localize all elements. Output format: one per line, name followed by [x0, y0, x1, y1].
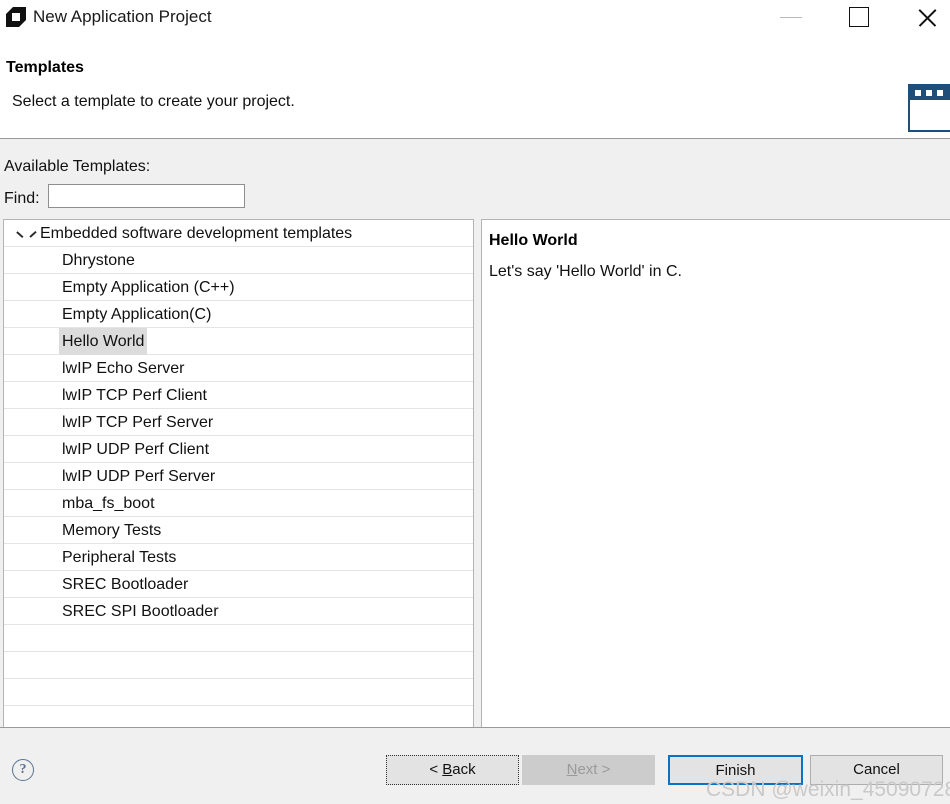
tree-item-label: Empty Application (C++)	[62, 279, 235, 296]
tree-item[interactable]: Empty Application (C++)	[4, 274, 473, 301]
tree-item-label: lwIP Echo Server	[62, 360, 185, 377]
tree-group-row[interactable]: Embedded software development templates	[4, 220, 473, 247]
tree-item[interactable]: mba_fs_boot	[4, 490, 473, 517]
window-title: New Application Project	[33, 7, 212, 26]
tree-item-label: lwIP UDP Perf Server	[62, 468, 216, 485]
description-text: Let's say 'Hello World' in C.	[489, 263, 682, 280]
next-button: Next >	[522, 755, 655, 785]
find-input[interactable]	[48, 184, 245, 208]
tree-empty-row	[4, 652, 473, 679]
title-bar: New Application Project	[0, 0, 950, 36]
available-templates-label: Available Templates:	[4, 158, 151, 175]
close-button[interactable]	[905, 0, 950, 32]
wizard-banner-icon	[908, 84, 950, 132]
tree-item-label: lwIP UDP Perf Client	[62, 441, 210, 458]
tree-item[interactable]: Dhrystone	[4, 247, 473, 274]
tree-item[interactable]: lwIP UDP Perf Client	[4, 436, 473, 463]
finish-button[interactable]: Finish	[668, 755, 803, 785]
tree-item[interactable]: Empty Application(C)	[4, 301, 473, 328]
templates-tree[interactable]: Embedded software development templates …	[3, 219, 474, 804]
new-application-project-dialog: New Application Project Templates Select…	[0, 0, 950, 804]
minimize-button[interactable]	[769, 0, 815, 32]
page-title: Templates	[6, 59, 84, 76]
tree-item-label: Dhrystone	[62, 252, 135, 269]
close-icon	[916, 6, 939, 29]
tree-item[interactable]: Hello World	[4, 328, 473, 355]
tree-item-label: SREC SPI Bootloader	[62, 603, 219, 620]
page-subtitle: Select a template to create your project…	[12, 93, 295, 110]
template-description-panel: Hello World Let's say 'Hello World' in C…	[481, 219, 950, 804]
cancel-button[interactable]: Cancel	[810, 755, 943, 785]
tree-item[interactable]: Peripheral Tests	[4, 544, 473, 571]
tree-group-label: Embedded software development templates	[40, 225, 353, 242]
tree-item-label: Peripheral Tests	[62, 549, 177, 566]
chevron-down-icon[interactable]	[17, 231, 28, 238]
tree-item-label: Memory Tests	[62, 522, 162, 539]
tree-item[interactable]: lwIP TCP Perf Client	[4, 382, 473, 409]
tree-empty-row	[4, 625, 473, 652]
tree-item[interactable]: lwIP TCP Perf Server	[4, 409, 473, 436]
app-icon	[5, 6, 27, 28]
wizard-banner-titlebar	[910, 86, 950, 100]
description-title: Hello World	[489, 232, 578, 249]
tree-item[interactable]: lwIP UDP Perf Server	[4, 463, 473, 490]
tree-item[interactable]: SREC SPI Bootloader	[4, 598, 473, 625]
maximize-button[interactable]	[837, 0, 883, 32]
help-icon[interactable]: ?	[12, 759, 34, 781]
tree-item[interactable]: lwIP Echo Server	[4, 355, 473, 382]
tree-item-label: Empty Application(C)	[62, 306, 212, 323]
dialog-footer: ? < Back Next > Finish Cancel	[0, 728, 950, 804]
tree-item-label: lwIP TCP Perf Client	[62, 387, 207, 404]
find-label: Find:	[4, 190, 40, 207]
back-button[interactable]: < Back	[386, 755, 519, 785]
tree-item-label: SREC Bootloader	[62, 576, 189, 593]
tree-item-label: lwIP TCP Perf Server	[62, 414, 214, 431]
wizard-header: Templates Select a template to create yo…	[0, 36, 950, 139]
dialog-body: Available Templates: Find: Embedded soft…	[0, 139, 950, 804]
tree-item-label: mba_fs_boot	[62, 495, 155, 512]
tree-item[interactable]: SREC Bootloader	[4, 571, 473, 598]
maximize-icon	[849, 7, 869, 27]
minimize-icon	[780, 17, 802, 18]
tree-empty-row	[4, 679, 473, 706]
tree-item[interactable]: Memory Tests	[4, 517, 473, 544]
tree-item-label: Hello World	[59, 328, 148, 355]
